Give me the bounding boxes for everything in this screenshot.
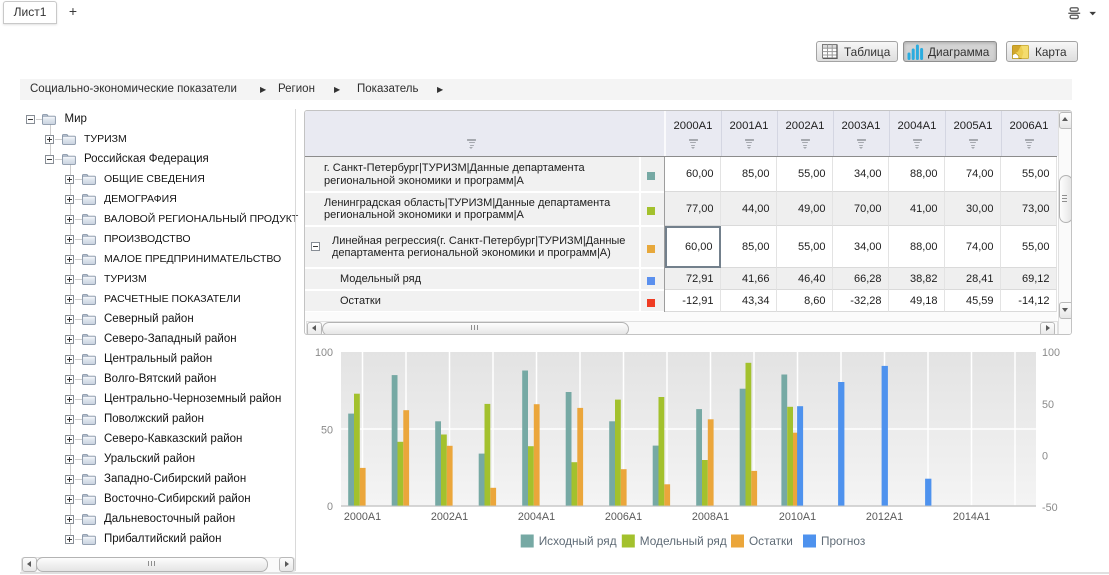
svg-text:0: 0 [327, 501, 333, 513]
svg-text:Модельный ряд: Модельный ряд [640, 534, 727, 548]
svg-text:100: 100 [1042, 347, 1060, 359]
svg-text:2000A1: 2000A1 [344, 511, 381, 523]
svg-text:2004A1: 2004A1 [518, 511, 555, 523]
svg-text:2012A1: 2012A1 [866, 511, 903, 523]
svg-text:Исходный ряд: Исходный ряд [539, 534, 617, 548]
svg-text:2014A1: 2014A1 [953, 511, 990, 523]
svg-text:2002A1: 2002A1 [431, 511, 468, 523]
svg-text:2008A1: 2008A1 [692, 511, 729, 523]
svg-text:50: 50 [321, 425, 333, 437]
svg-text:2006A1: 2006A1 [605, 511, 642, 523]
svg-text:100: 100 [315, 347, 333, 359]
svg-text:Остатки: Остатки [749, 534, 793, 548]
svg-text:Прогноз: Прогноз [821, 534, 865, 548]
svg-text:0: 0 [1042, 451, 1048, 463]
svg-text:-50: -50 [1042, 502, 1058, 514]
svg-text:2010A1: 2010A1 [779, 511, 816, 523]
svg-text:50: 50 [1042, 399, 1054, 411]
